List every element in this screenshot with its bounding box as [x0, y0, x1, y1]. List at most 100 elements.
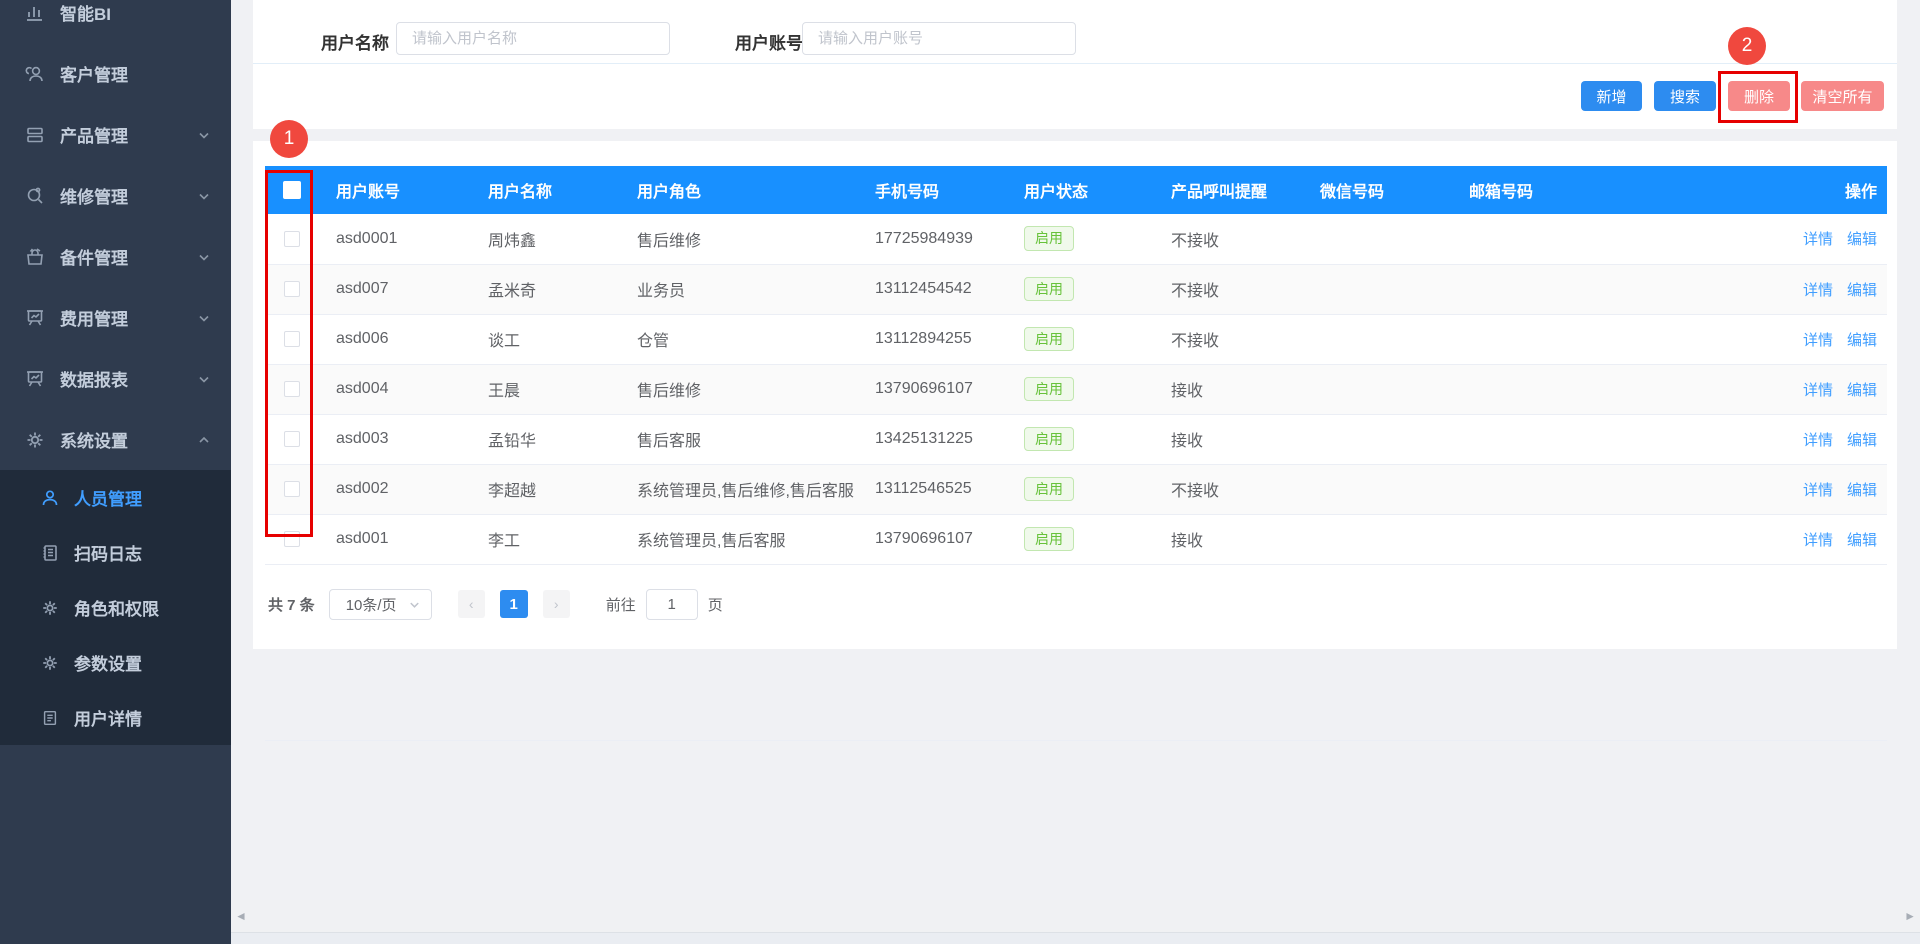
table-row: asd004 王晨 售后维修 13790696107 启用 接收 详情编辑: [265, 364, 1887, 414]
row-checkbox[interactable]: [284, 281, 300, 297]
edit-link[interactable]: 编辑: [1847, 282, 1877, 299]
sidebar-item-expenses[interactable]: 费用管理: [0, 287, 231, 348]
detail-link[interactable]: 详情: [1803, 532, 1833, 549]
cell-call-notify: 不接收: [1153, 314, 1302, 364]
row-checkbox[interactable]: [284, 431, 300, 447]
sidebar-item-label: 客户管理: [60, 61, 128, 86]
cell-name: 周炜鑫: [470, 214, 619, 264]
cell-account: asd0001: [318, 214, 470, 264]
sidebar-item-roles-permissions[interactable]: 角色和权限: [0, 580, 231, 635]
cell-role: 售后维修: [619, 364, 857, 414]
sidebar-item-scan-log[interactable]: 扫码日志: [0, 525, 231, 580]
table-header-row: 用户账号 用户名称 用户角色 手机号码 用户状态 产品呼叫提醒 微信号码 邮箱号…: [265, 166, 1887, 214]
status-badge: 启用: [1024, 477, 1074, 502]
sidebar-item-label: 维修管理: [60, 183, 128, 208]
chevron-down-icon: [197, 189, 211, 203]
page-size-value: 10条/页: [346, 594, 397, 615]
cell-account: asd006: [318, 314, 470, 364]
user-table: 用户账号 用户名称 用户角色 手机号码 用户状态 产品呼叫提醒 微信号码 邮箱号…: [265, 166, 1887, 565]
search-button[interactable]: 搜索: [1654, 81, 1716, 111]
edit-link[interactable]: 编辑: [1847, 231, 1877, 248]
cell-wechat: [1302, 464, 1451, 514]
cell-phone: 13112454542: [857, 264, 1006, 314]
edit-link[interactable]: 编辑: [1847, 382, 1877, 399]
chevron-down-icon: [197, 128, 211, 142]
cell-name: 李工: [470, 514, 619, 564]
edit-link[interactable]: 编辑: [1847, 532, 1877, 549]
cell-wechat: [1302, 514, 1451, 564]
detail-link[interactable]: 详情: [1803, 382, 1833, 399]
prev-page-button[interactable]: ‹: [458, 590, 485, 618]
row-checkbox[interactable]: [284, 531, 300, 547]
cell-role: 业务员: [619, 264, 857, 314]
filter-toolbar-card: 用户名称 用户账号 新增 搜索 删除 清空所有: [253, 0, 1897, 129]
chevron-down-icon: [408, 598, 421, 611]
cell-name: 李超越: [470, 464, 619, 514]
scan-log-icon: [40, 543, 60, 563]
cell-email: [1451, 464, 1650, 514]
delete-button[interactable]: 删除: [1728, 81, 1790, 111]
cell-call-notify: 不接收: [1153, 214, 1302, 264]
horizontal-scrollbar-track[interactable]: ◄ ►: [231, 900, 1920, 933]
edit-link[interactable]: 编辑: [1847, 332, 1877, 349]
sidebar-item-parameter-settings[interactable]: 参数设置: [0, 635, 231, 690]
cell-name: 孟米奇: [470, 264, 619, 314]
clear-all-button[interactable]: 清空所有: [1801, 81, 1884, 111]
detail-link[interactable]: 详情: [1803, 432, 1833, 449]
next-page-button[interactable]: ›: [543, 590, 570, 618]
app-window: 智能BI 客户管理 产品管理: [0, 0, 1920, 944]
col-header-actions: 操作: [1650, 166, 1887, 214]
row-checkbox[interactable]: [284, 231, 300, 247]
cell-account: asd001: [318, 514, 470, 564]
select-all-checkbox[interactable]: [283, 181, 301, 199]
sidebar-item-repair[interactable]: 维修管理: [0, 165, 231, 226]
cell-wechat: [1302, 314, 1451, 364]
cell-role: 系统管理员,售后客服: [619, 514, 857, 564]
sidebar-item-reports[interactable]: 数据报表: [0, 348, 231, 409]
bottom-band: [231, 933, 1920, 944]
detail-link[interactable]: 详情: [1803, 332, 1833, 349]
detail-link[interactable]: 详情: [1803, 282, 1833, 299]
col-header-phone: 手机号码: [857, 166, 1006, 214]
page-size-select[interactable]: 10条/页: [329, 589, 432, 620]
current-page-button[interactable]: 1: [500, 590, 528, 618]
sidebar-item-system-settings[interactable]: 系统设置: [0, 409, 231, 470]
col-header-status: 用户状态: [1006, 166, 1153, 214]
row-checkbox[interactable]: [284, 331, 300, 347]
edit-link[interactable]: 编辑: [1847, 482, 1877, 499]
sidebar-item-label: 产品管理: [60, 122, 128, 147]
status-badge: 启用: [1024, 377, 1074, 402]
edit-link[interactable]: 编辑: [1847, 432, 1877, 449]
sidebar-item-spare-parts[interactable]: 备件管理: [0, 226, 231, 287]
goto-label: 前往: [606, 594, 636, 615]
detail-link[interactable]: 详情: [1803, 231, 1833, 248]
card-divider: [253, 63, 1897, 64]
row-checkbox[interactable]: [284, 381, 300, 397]
total-count-label: 共 7 条: [268, 594, 315, 615]
sidebar-item-products[interactable]: 产品管理: [0, 104, 231, 165]
user-name-input[interactable]: [396, 22, 670, 55]
products-icon: [24, 124, 46, 146]
sidebar: 智能BI 客户管理 产品管理: [0, 0, 231, 944]
scroll-left-arrow-icon[interactable]: ◄: [235, 909, 247, 923]
sidebar-item-user-detail[interactable]: 用户详情: [0, 690, 231, 745]
sidebar-item-label: 费用管理: [60, 305, 128, 330]
pagination: 共 7 条 10条/页 ‹ 1 › 前往 页: [268, 588, 723, 620]
scroll-right-arrow-icon[interactable]: ►: [1904, 909, 1916, 923]
cell-role: 售后客服: [619, 414, 857, 464]
goto-page-input[interactable]: [646, 589, 698, 620]
add-button[interactable]: 新增: [1581, 81, 1642, 111]
sidebar-item-customers[interactable]: 客户管理: [0, 43, 231, 104]
row-checkbox[interactable]: [284, 481, 300, 497]
sidebar-item-label: 参数设置: [74, 650, 142, 675]
status-badge: 启用: [1024, 527, 1074, 552]
sidebar-item-bi[interactable]: 智能BI: [0, 0, 231, 43]
col-header-name: 用户名称: [470, 166, 619, 214]
cell-phone: 13112546525: [857, 464, 1006, 514]
col-header-call-notify: 产品呼叫提醒: [1153, 166, 1302, 214]
sidebar-item-personnel[interactable]: 人员管理: [0, 470, 231, 525]
detail-link[interactable]: 详情: [1803, 482, 1833, 499]
sidebar-menu: 智能BI 客户管理 产品管理: [0, 0, 231, 745]
user-account-input[interactable]: [802, 22, 1076, 55]
vertical-scrollbar-track[interactable]: [1897, 0, 1920, 900]
